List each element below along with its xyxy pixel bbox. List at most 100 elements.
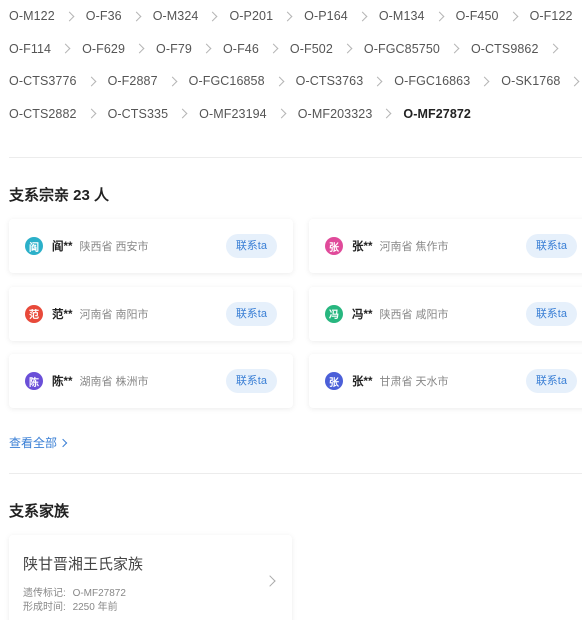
breadcrumb-item: O-F450 <box>456 0 530 33</box>
clans-section-title: 支系家族 <box>9 503 70 520</box>
breadcrumb-link[interactable]: O-M122 <box>9 9 55 23</box>
clan-card[interactable]: 陕甘晋湘王氏家族 遗传标记: O-MF27872 形成时间: 2250 年前 <box>9 535 292 620</box>
chevron-right-icon <box>64 11 75 22</box>
breadcrumb-item: O-CTS3763 <box>296 65 395 98</box>
breadcrumb-link[interactable]: O-F2887 <box>108 74 158 88</box>
breadcrumb-link[interactable]: O-MF23194 <box>199 107 267 121</box>
breadcrumb-item: O-CTS2882 <box>9 98 108 131</box>
breadcrumb-item: O-M134 <box>379 0 456 33</box>
relative-card[interactable]: 陈陈** 湖南省 株洲市 联系ta <box>9 354 293 408</box>
relative-card[interactable]: 阎阎** 陕西省 西安市 联系ta <box>9 219 293 273</box>
clan-marker: 遗传标记: O-MF27872 <box>23 584 126 599</box>
chevron-right-icon <box>86 76 97 87</box>
contact-button[interactable]: 联系ta <box>225 234 277 258</box>
relative-card[interactable]: 冯冯** 陕西省 咸阳市 联系ta <box>309 286 582 341</box>
breadcrumb-item: O-CTS3776 <box>9 65 108 98</box>
breadcrumb-link[interactable]: O-FGC85750 <box>364 42 440 56</box>
breadcrumb-item: O-F36 <box>86 0 153 33</box>
chevron-right-icon <box>508 11 519 22</box>
breadcrumb-link[interactable]: O-MF203323 <box>298 107 373 121</box>
contact-button[interactable]: 联系ta <box>525 234 577 258</box>
contact-button[interactable]: 联系ta <box>225 369 277 393</box>
chevron-right-icon <box>268 43 279 54</box>
relative-location: 湖南省 株洲市 <box>79 376 149 388</box>
breadcrumb-item: O-MF27872 <box>403 98 471 131</box>
contact-button[interactable]: 联系ta <box>525 301 577 326</box>
relative-location: 甘肃省 天水市 <box>379 376 449 388</box>
breadcrumb-item: O-SK1768 <box>501 65 582 98</box>
breadcrumb-link[interactable]: O-CTS335 <box>108 107 169 121</box>
contact-button[interactable]: 联系ta <box>525 369 577 393</box>
avatar: 阎 <box>25 237 43 255</box>
relative-card[interactable]: 张张** 河南省 焦作市 联系ta <box>309 219 582 273</box>
clan-formed-label: 形成时间: <box>23 602 66 613</box>
avatar: 陈 <box>25 372 43 390</box>
breadcrumb-link[interactable]: O-CTS9862 <box>471 42 539 56</box>
breadcrumb-link[interactable]: O-F629 <box>82 42 125 56</box>
relative-location: 陕西省 咸阳市 <box>379 308 449 321</box>
breadcrumb-link[interactable]: O-CTS3763 <box>296 74 364 88</box>
chevron-right-icon <box>479 76 490 87</box>
relative-name: 阎** <box>52 241 73 253</box>
breadcrumb-link[interactable]: O-FGC16858 <box>189 74 265 88</box>
breadcrumb-link[interactable]: O-F79 <box>156 42 192 56</box>
relative-name: 冯** <box>352 308 373 321</box>
breadcrumb-item: O-M324 <box>153 0 230 33</box>
view-all-label: 查看全部 <box>9 436 58 450</box>
breadcrumb-link[interactable]: O-P201 <box>229 9 273 23</box>
chevron-right-icon <box>372 76 383 87</box>
breadcrumb-item: O-M122 <box>9 0 86 33</box>
breadcrumb-link[interactable]: O-F36 <box>86 9 122 23</box>
chevron-right-icon <box>264 575 276 587</box>
chevron-right-icon <box>201 43 212 54</box>
clan-name: 陕甘晋湘王氏家族 <box>23 556 144 573</box>
breadcrumb-link[interactable]: O-FGC16863 <box>394 74 470 88</box>
chevron-right-icon <box>60 43 71 54</box>
breadcrumb-item: O-P201 <box>229 0 304 33</box>
breadcrumb-item: O-F79 <box>156 33 223 66</box>
breadcrumb-link[interactable]: O-F502 <box>290 42 333 56</box>
relative-card[interactable]: 范范** 河南省 南阳市 联系ta <box>9 286 293 341</box>
avatar: 张 <box>325 237 343 255</box>
chevron-right-icon <box>167 76 178 87</box>
breadcrumb-link[interactable]: O-SK1768 <box>501 74 560 88</box>
chevron-right-icon <box>381 108 392 119</box>
breadcrumb-item: O-FGC85750 <box>364 33 471 66</box>
breadcrumb-link[interactable]: O-CTS3776 <box>9 74 77 88</box>
view-all-link[interactable]: 查看全部 <box>9 434 68 451</box>
breadcrumb-link[interactable]: O-M324 <box>153 9 199 23</box>
chevron-right-icon <box>58 438 68 447</box>
clan-formed: 形成时间: 2250 年前 <box>23 598 118 613</box>
breadcrumb-item: O-F122 <box>530 0 582 33</box>
chevron-right-icon <box>342 43 353 54</box>
chevron-right-icon <box>177 108 188 119</box>
relatives-section-title: 支系宗亲 23 人 <box>9 187 110 204</box>
breadcrumb: O-M122 O-F36 O-M324 O-P201 O-P164 O-M134 O-F45… <box>9 0 582 130</box>
breadcrumb-link[interactable]: O-F450 <box>456 9 499 23</box>
page: O-M122 O-F36 O-M324 O-P201 O-P164 O-M134 O-F45… <box>0 0 582 620</box>
breadcrumb-link[interactable]: O-F122 <box>530 9 573 23</box>
breadcrumb-item: O-CTS335 <box>108 98 200 131</box>
breadcrumb-link[interactable]: O-M134 <box>379 9 425 23</box>
breadcrumb-item: O-CTS9862 <box>471 33 570 66</box>
chevron-right-icon <box>570 76 580 87</box>
breadcrumb-link[interactable]: O-CTS2882 <box>9 107 77 121</box>
breadcrumb-link[interactable]: O-P164 <box>304 9 348 23</box>
contact-button[interactable]: 联系ta <box>225 301 277 326</box>
avatar: 范 <box>25 304 43 323</box>
chevron-right-icon <box>274 76 285 87</box>
relative-name: 范** <box>52 308 73 321</box>
relative-name: 张** <box>352 376 373 388</box>
breadcrumb-link[interactable]: O-F114 <box>9 42 51 56</box>
breadcrumb-current: O-MF27872 <box>403 106 471 121</box>
relative-name: 张** <box>352 241 373 253</box>
relative-name: 陈** <box>52 376 73 388</box>
relative-location: 河南省 南阳市 <box>79 308 149 321</box>
breadcrumb-item: O-F46 <box>223 33 290 66</box>
breadcrumb-item: O-MF203323 <box>298 98 404 131</box>
breadcrumb-item: O-FGC16858 <box>189 65 296 98</box>
divider <box>9 157 582 158</box>
relative-location: 河南省 焦作市 <box>379 241 449 253</box>
relative-card[interactable]: 张张** 甘肃省 天水市 联系ta <box>309 354 582 408</box>
breadcrumb-link[interactable]: O-F46 <box>223 42 259 56</box>
